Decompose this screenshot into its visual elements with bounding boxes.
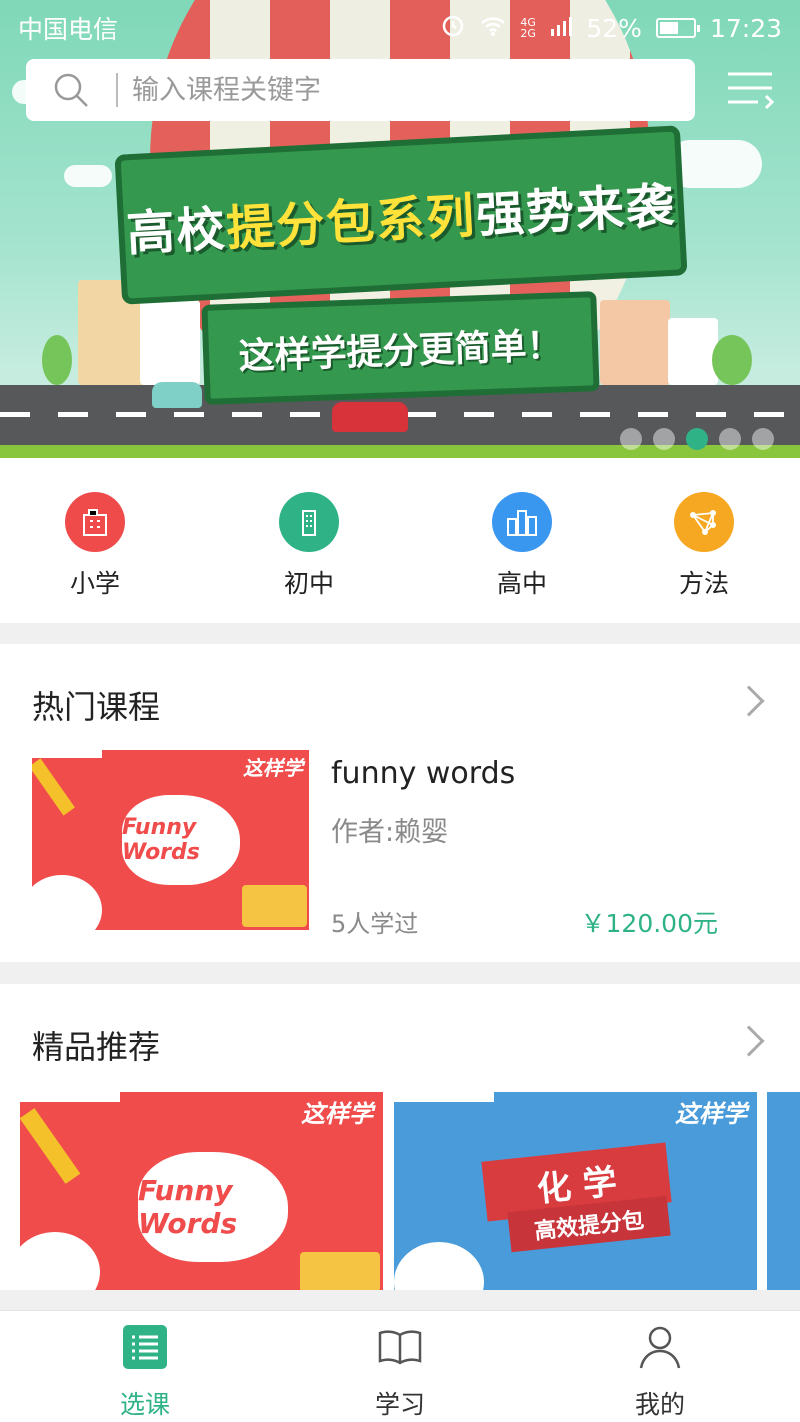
- carousel-indicator: [620, 428, 774, 450]
- course-thumbnail[interactable]: 这样学 Funny Words: [32, 750, 309, 930]
- battery-percent: 52%: [586, 13, 642, 43]
- bus-illustration: [242, 885, 307, 927]
- chevron-right-icon[interactable]: [733, 685, 765, 717]
- course-learner-count: 5人学过: [331, 910, 419, 938]
- alarm-icon: [440, 12, 466, 44]
- brand-logo-text: 这样学: [675, 1100, 747, 1128]
- carousel-dot-active[interactable]: [686, 428, 708, 450]
- headline-part: 强势来袭: [474, 177, 678, 245]
- category-middle-school[interactable]: 初中: [249, 492, 369, 600]
- status-bar: 中国电信 4G 2G 52% 17:23: [0, 0, 800, 56]
- tower-building-icon: [279, 492, 339, 552]
- user-icon: [636, 1323, 684, 1371]
- car-illustration: [152, 382, 202, 408]
- pencil-illustration: [32, 758, 75, 816]
- search-bar[interactable]: [26, 59, 695, 121]
- hot-courses-section: 热门课程 这样学 Funny Words funny words 作者:赖婴 5…: [0, 644, 800, 962]
- signal-icon: [550, 14, 573, 43]
- clock: 17:23: [709, 13, 782, 43]
- tree-illustration: [712, 335, 752, 385]
- city-buildings-icon: [492, 492, 552, 552]
- thumb-header-strip: [32, 750, 102, 758]
- recommended-card[interactable]: 这样学 化 学 高效提分包: [394, 1092, 757, 1290]
- banner-subline: 这样学提分更简单！: [201, 291, 600, 405]
- tab-courses[interactable]: 选课: [85, 1323, 205, 1421]
- headline-part: 高校: [125, 201, 228, 263]
- house-illustration: [140, 300, 200, 385]
- thumb-circle: [20, 1232, 100, 1290]
- headline-highlight: 提分包系列: [225, 188, 478, 258]
- carousel-dot[interactable]: [620, 428, 642, 450]
- banner-headline: 高校 提分包系列 强势来袭: [114, 125, 688, 305]
- carousel-dot[interactable]: [752, 428, 774, 450]
- tab-study[interactable]: 学习: [340, 1323, 460, 1421]
- recommended-card-partial[interactable]: [767, 1092, 800, 1290]
- thumb-header-strip: [394, 1092, 494, 1102]
- search-icon: [26, 71, 116, 109]
- category-high-school[interactable]: 高中: [462, 492, 582, 600]
- list-icon: [121, 1323, 169, 1371]
- tree-illustration: [42, 335, 72, 385]
- cloud: [64, 165, 112, 187]
- battery-icon: [655, 18, 700, 38]
- book-icon: [376, 1323, 424, 1371]
- section-title: 精品推荐: [32, 1028, 161, 1066]
- house-illustration: [600, 300, 670, 385]
- recommended-card[interactable]: 这样学 Funny Words: [20, 1092, 383, 1290]
- car-illustration: [332, 402, 408, 432]
- card-title-text: Funny Words: [138, 1152, 288, 1262]
- thumb-circle: [394, 1242, 484, 1290]
- brand-logo-text: 这样学: [243, 756, 303, 780]
- course-title[interactable]: funny words: [331, 756, 515, 791]
- bottom-tab-bar: 选课 学习 我的: [0, 1310, 800, 1422]
- carousel-dot[interactable]: [719, 428, 741, 450]
- tab-label: 学习: [374, 1390, 425, 1419]
- bus-illustration: [300, 1252, 380, 1290]
- category-label: 方法: [678, 569, 729, 598]
- thumb-circle: [32, 875, 102, 930]
- carrier-name: 中国电信: [18, 15, 119, 44]
- filter-button[interactable]: [724, 64, 776, 116]
- category-label: 高中: [496, 569, 547, 598]
- search-divider: [116, 73, 118, 107]
- course-author: 作者:赖婴: [331, 817, 449, 848]
- house-illustration: [668, 318, 718, 385]
- category-nav: 小学 初中 高中 方法: [0, 458, 800, 623]
- category-label: 初中: [283, 569, 334, 598]
- search-input[interactable]: [132, 74, 695, 106]
- thumb-title-text: Funny Words: [122, 795, 240, 885]
- course-price: ￥120.00元: [580, 909, 718, 938]
- carousel-dot[interactable]: [653, 428, 675, 450]
- school-building-icon: [65, 492, 125, 552]
- pencil-illustration: [20, 1108, 81, 1184]
- recommended-section: 精品推荐 这样学 Funny Words 这样学 化 学 高效提分包: [0, 984, 800, 1290]
- network-type: 4G 2G: [520, 16, 536, 40]
- filter-list-icon: [728, 72, 775, 110]
- tab-label: 我的: [634, 1390, 685, 1419]
- wifi-icon: [480, 14, 506, 43]
- thumb-header-strip: [20, 1092, 120, 1102]
- tab-label: 选课: [119, 1390, 170, 1419]
- network-nodes-icon: [674, 492, 734, 552]
- brand-logo-text: 这样学: [301, 1100, 373, 1128]
- tab-me[interactable]: 我的: [600, 1323, 720, 1421]
- category-primary-school[interactable]: 小学: [35, 492, 155, 600]
- chevron-right-icon[interactable]: [733, 1025, 765, 1057]
- section-title: 热门课程: [32, 688, 161, 726]
- category-method[interactable]: 方法: [644, 492, 764, 600]
- category-label: 小学: [69, 569, 120, 598]
